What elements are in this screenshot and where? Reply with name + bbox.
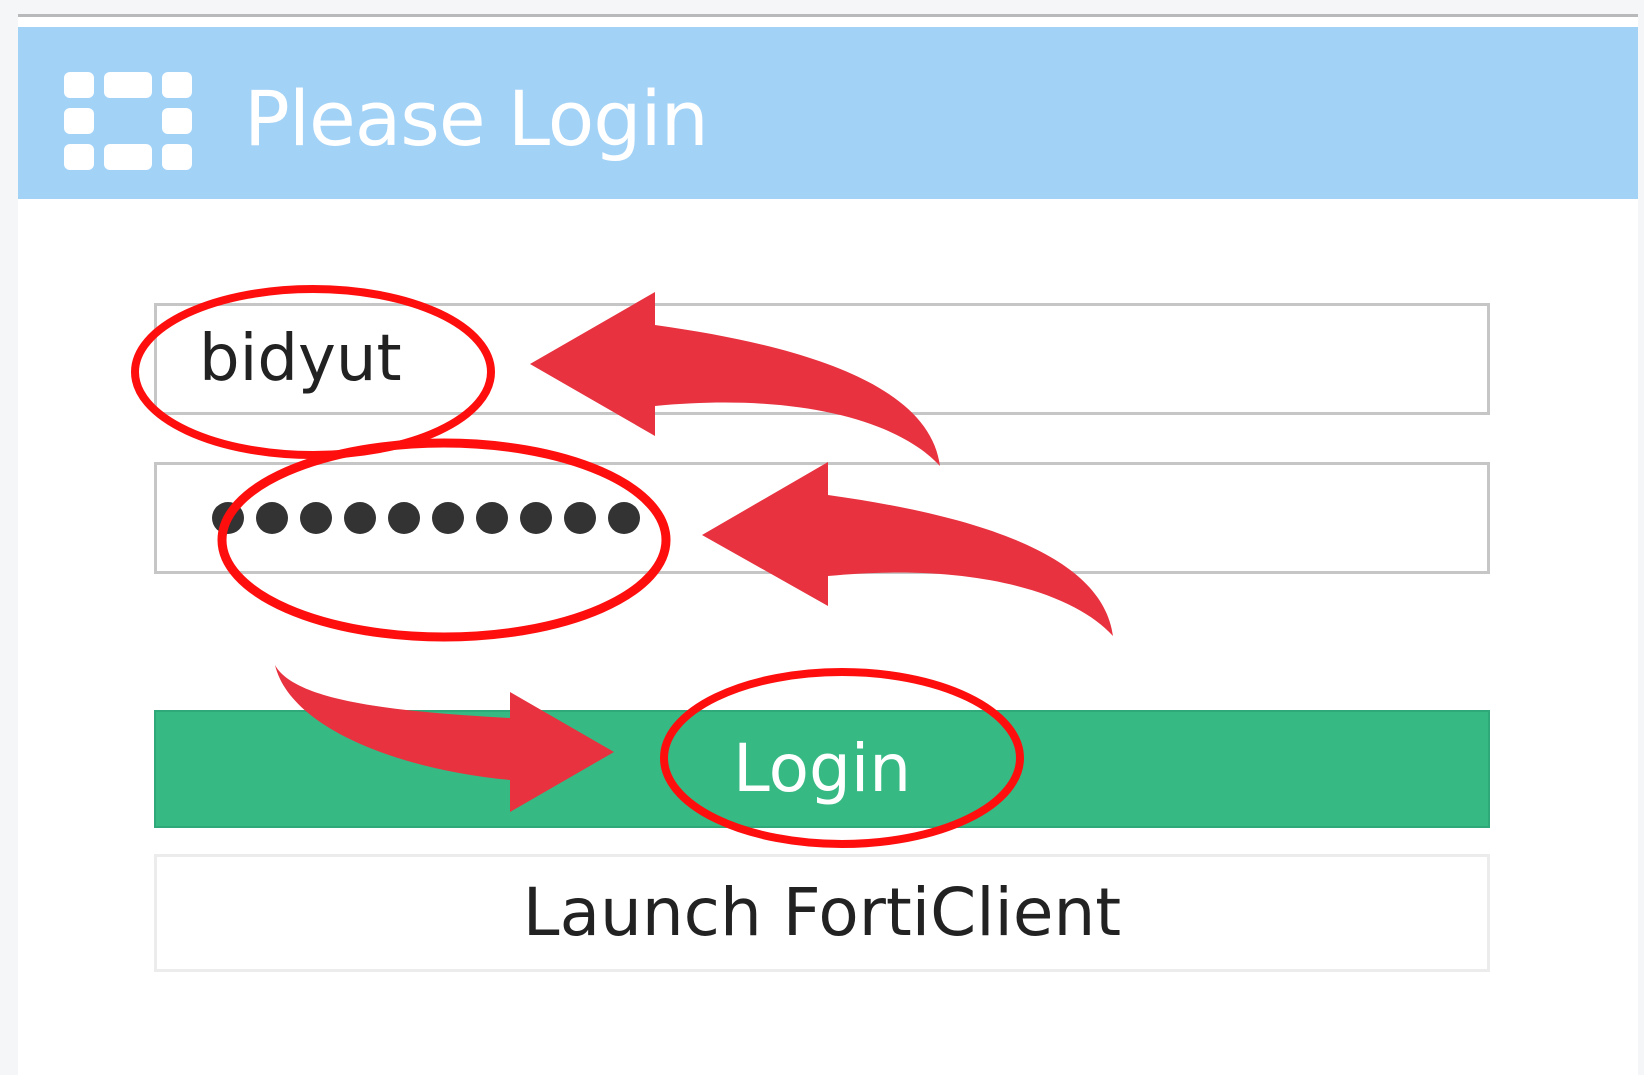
fortinet-logo-icon	[64, 72, 192, 170]
password-dot	[300, 502, 332, 534]
login-header: Please Login	[18, 27, 1638, 199]
username-input[interactable]: bidyut	[154, 303, 1490, 415]
launch-forticlient-button[interactable]: Launch FortiClient	[154, 854, 1490, 972]
password-dot	[564, 502, 596, 534]
username-value: bidyut	[199, 322, 402, 396]
password-dot	[344, 502, 376, 534]
password-dot	[388, 502, 420, 534]
password-dot	[520, 502, 552, 534]
page-title: Please Login	[244, 74, 709, 163]
password-dot	[432, 502, 464, 534]
password-input[interactable]	[154, 462, 1490, 574]
password-dot	[608, 502, 640, 534]
password-mask	[212, 502, 640, 536]
login-button[interactable]: Login	[154, 710, 1490, 828]
password-dot	[476, 502, 508, 534]
password-dot	[256, 502, 288, 534]
password-dot	[212, 502, 244, 534]
